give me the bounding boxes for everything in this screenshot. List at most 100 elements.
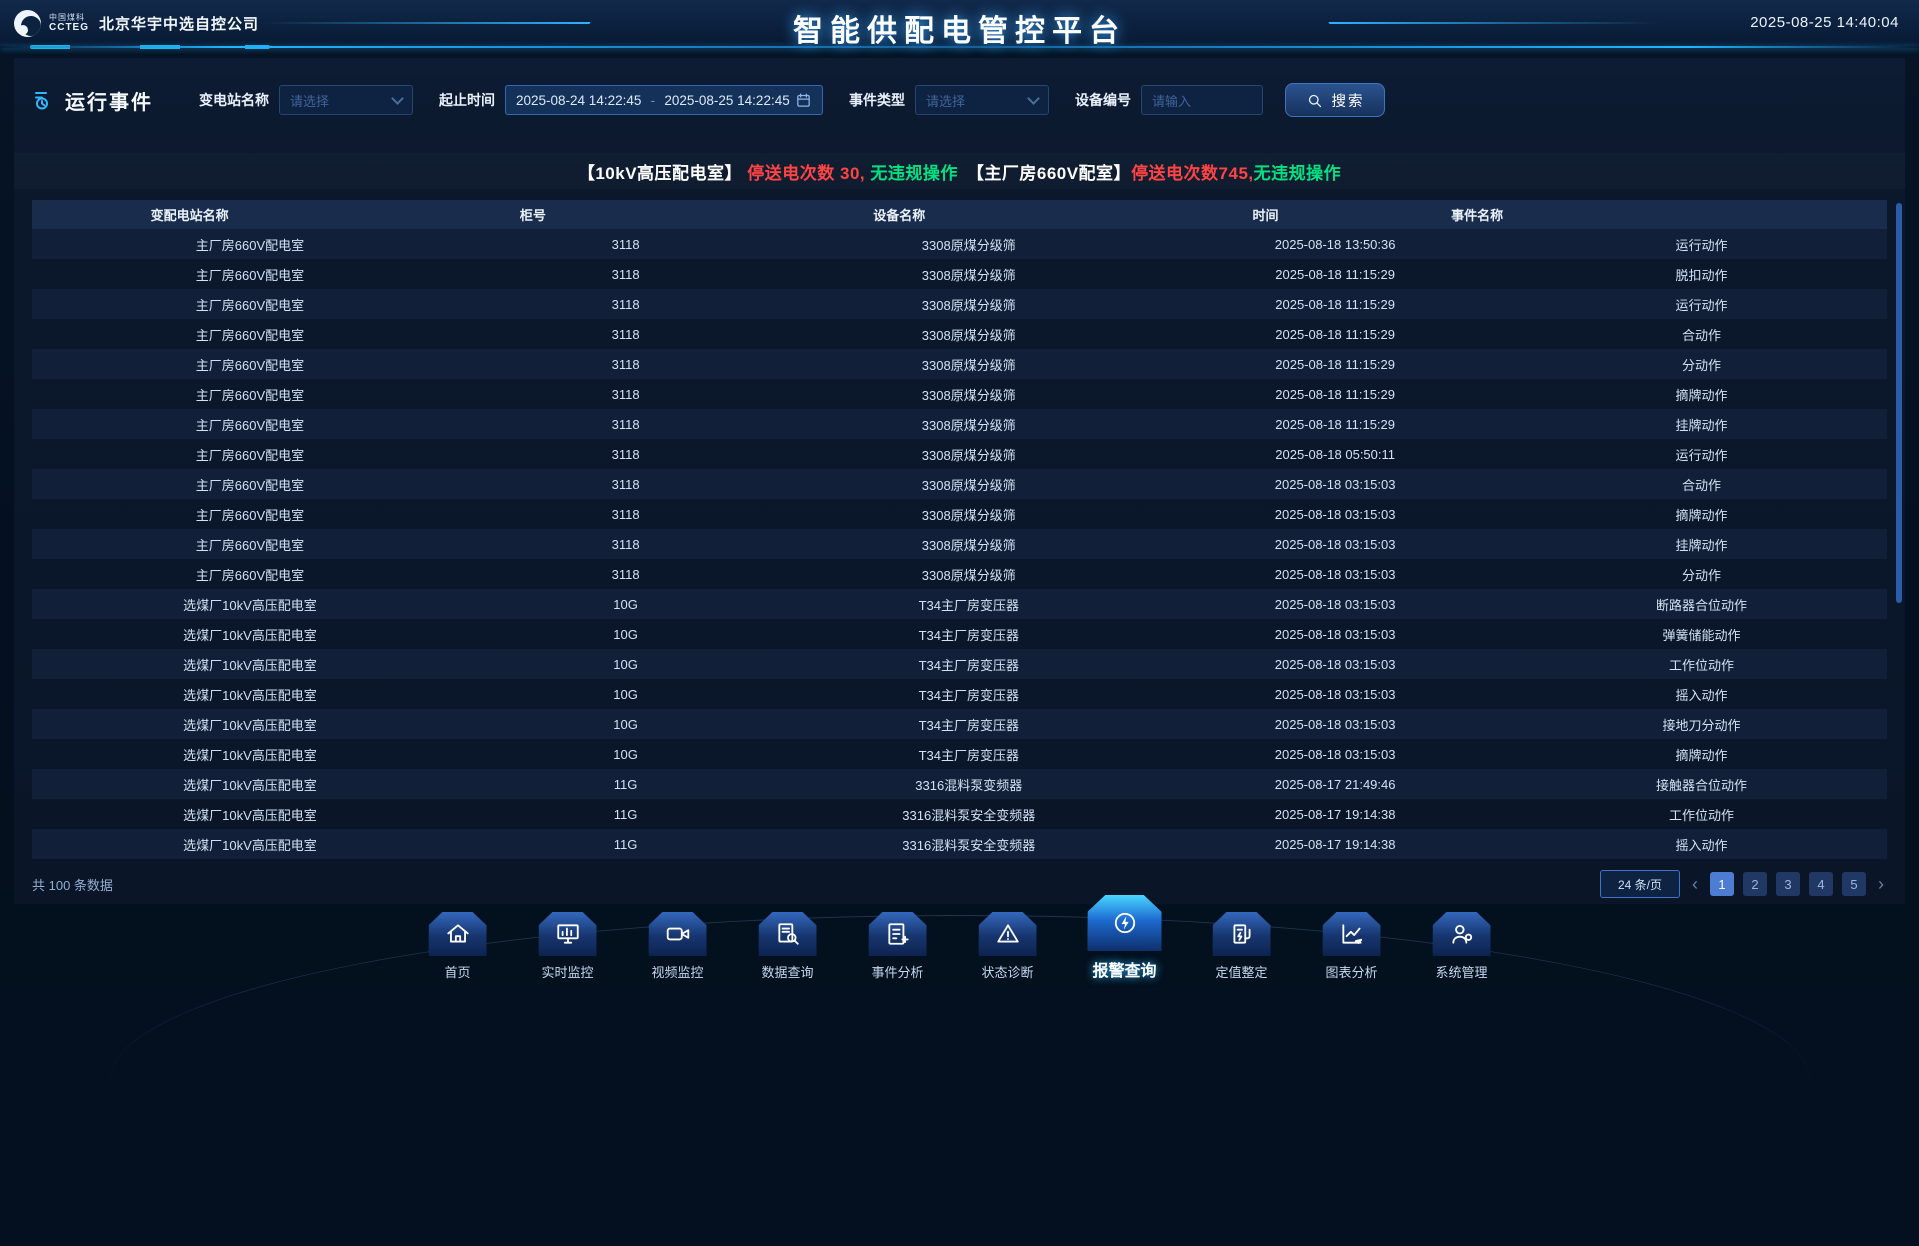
summary-segment: 【10kV高压配电室】 — [578, 159, 747, 184]
main-panel: 运行事件 变电站名称 请选择 起止时间 2025-08-24 14:22:45 … — [14, 58, 1905, 904]
device-number-label: 设备编号 — [1075, 90, 1131, 110]
calendar-icon[interactable] — [795, 92, 812, 109]
cell-cabinet: 10G — [468, 649, 783, 679]
search-button-label: 搜索 — [1332, 90, 1365, 111]
device-number-placeholder: 请输入 — [1152, 91, 1191, 110]
nav-item-label: 实时监控 — [541, 962, 593, 981]
nav-item[interactable]: 数据查询 — [753, 912, 823, 981]
table-row: 主厂房660V配电室 3118 3308原煤分级筛 2025-08-18 13:… — [32, 229, 1887, 259]
cell-time: 2025-08-18 03:15:03 — [1154, 679, 1516, 709]
cell-station: 选煤厂10kV高压配电室 — [32, 739, 468, 769]
cell-device: 3308原煤分级筛 — [783, 319, 1154, 349]
cell-event: 合动作 — [1516, 319, 1887, 349]
platform-title: 智能供配电管控平台 — [0, 6, 1919, 50]
value-setting-icon — [1229, 921, 1255, 947]
cell-station: 主厂房660V配电室 — [32, 439, 468, 469]
cell-cabinet: 10G — [468, 589, 783, 619]
cell-device: T34主厂房变压器 — [783, 709, 1154, 739]
summary-segment: 【主厂房660V配室】 — [958, 159, 1131, 184]
cell-time: 2025-08-18 03:15:03 — [1154, 589, 1516, 619]
table-scrollbar[interactable] — [1896, 203, 1902, 603]
cell-time: 2025-08-18 11:15:29 — [1154, 319, 1516, 349]
table-row: 选煤厂10kV高压配电室 10G T34主厂房变压器 2025-08-18 03… — [32, 619, 1887, 649]
column-header: 时间 — [1080, 200, 1451, 229]
cell-time: 2025-08-18 03:15:03 — [1154, 709, 1516, 739]
cell-time: 2025-08-18 03:15:03 — [1154, 499, 1516, 529]
cell-event: 分动作 — [1516, 559, 1887, 589]
cell-event: 脱扣动作 — [1516, 259, 1887, 289]
status-diagnosis-icon — [995, 921, 1021, 947]
cell-cabinet: 3118 — [468, 439, 783, 469]
table-row: 选煤厂10kV高压配电室 10G T34主厂房变压器 2025-08-18 03… — [32, 739, 1887, 769]
cell-station: 主厂房660V配电室 — [32, 499, 468, 529]
table-row: 主厂房660V配电室 3118 3308原煤分级筛 2025-08-18 03:… — [32, 469, 1887, 499]
cell-station: 主厂房660V配电室 — [32, 469, 468, 499]
table-row: 主厂房660V配电室 3118 3308原煤分级筛 2025-08-18 11:… — [32, 409, 1887, 439]
cell-cabinet: 3118 — [468, 379, 783, 409]
event-type-select[interactable]: 请选择 — [915, 85, 1049, 115]
cell-station: 选煤厂10kV高压配电室 — [32, 589, 468, 619]
table-row: 主厂房660V配电室 3118 3308原煤分级筛 2025-08-18 05:… — [32, 439, 1887, 469]
bottom-nav: 首页 实时监控 视频监控 数据查询 — [0, 885, 1919, 988]
time-range-picker[interactable]: 2025-08-24 14:22:45 - 2025-08-25 14:22:4… — [505, 85, 823, 115]
nav-item[interactable]: 报警查询 — [1083, 895, 1167, 981]
nav-item-label: 状态诊断 — [981, 962, 1033, 981]
nav-item-label: 图表分析 — [1325, 962, 1377, 981]
cell-cabinet: 10G — [468, 739, 783, 769]
nav-item[interactable]: 状态诊断 — [973, 912, 1043, 981]
table-row: 选煤厂10kV高压配电室 10G T34主厂房变压器 2025-08-18 03… — [32, 649, 1887, 679]
table-row: 主厂房660V配电室 3118 3308原煤分级筛 2025-08-18 11:… — [32, 319, 1887, 349]
cell-cabinet: 10G — [468, 679, 783, 709]
cell-device: 3308原煤分级筛 — [783, 379, 1154, 409]
cell-time: 2025-08-18 11:15:29 — [1154, 349, 1516, 379]
time-separator: - — [647, 93, 660, 108]
cell-time: 2025-08-18 11:15:29 — [1154, 289, 1516, 319]
time-start-value[interactable]: 2025-08-24 14:22:45 — [516, 93, 641, 108]
column-header: 变配电站名称 — [32, 200, 347, 229]
cell-device: T34主厂房变压器 — [783, 589, 1154, 619]
cell-station: 主厂房660V配电室 — [32, 349, 468, 379]
cell-station: 选煤厂10kV高压配电室 — [32, 769, 468, 799]
search-icon — [1306, 92, 1323, 109]
station-select[interactable]: 请选择 — [279, 85, 413, 115]
nav-item[interactable]: 图表分析 — [1317, 912, 1387, 981]
device-number-input[interactable]: 请输入 — [1141, 85, 1263, 115]
nav-icon-pedestal — [429, 912, 487, 956]
home-icon — [445, 921, 471, 947]
nav-item[interactable]: 实时监控 — [533, 912, 603, 981]
event-analysis-icon — [885, 921, 911, 947]
cell-event: 接地刀分动作 — [1516, 709, 1887, 739]
table-row: 选煤厂10kV高压配电室 10G T34主厂房变压器 2025-08-18 03… — [32, 679, 1887, 709]
nav-item[interactable]: 首页 — [423, 912, 493, 981]
search-button[interactable]: 搜索 — [1285, 83, 1385, 117]
cell-device: 3316混料泵安全变频器 — [783, 799, 1154, 829]
summary-segment: 停送电次数 30, — [747, 159, 870, 184]
cell-station: 主厂房660V配电室 — [32, 319, 468, 349]
cell-time: 2025-08-17 19:14:38 — [1154, 829, 1516, 859]
table-row: 主厂房660V配电室 3118 3308原煤分级筛 2025-08-18 11:… — [32, 289, 1887, 319]
cell-event: 运行动作 — [1516, 439, 1887, 469]
cell-cabinet: 3118 — [468, 259, 783, 289]
cell-cabinet: 10G — [468, 619, 783, 649]
current-datetime: 2025-08-25 14:40:04 — [1750, 14, 1899, 31]
cell-device: 3308原煤分级筛 — [783, 469, 1154, 499]
cell-cabinet: 3118 — [468, 529, 783, 559]
chevron-down-icon — [1027, 92, 1040, 105]
nav-item[interactable]: 事件分析 — [863, 912, 933, 981]
cell-time: 2025-08-18 11:15:29 — [1154, 409, 1516, 439]
cell-time: 2025-08-18 11:15:29 — [1154, 259, 1516, 289]
cell-station: 选煤厂10kV高压配电室 — [32, 829, 468, 859]
cell-station: 主厂房660V配电室 — [32, 409, 468, 439]
cell-station: 主厂房660V配电室 — [32, 289, 468, 319]
nav-item[interactable]: 定值整定 — [1207, 912, 1277, 981]
cell-station: 主厂房660V配电室 — [32, 259, 468, 289]
nav-item-label: 系统管理 — [1435, 962, 1487, 981]
time-end-value[interactable]: 2025-08-25 14:22:45 — [664, 93, 789, 108]
cell-time: 2025-08-18 03:15:03 — [1154, 739, 1516, 769]
cell-time: 2025-08-17 19:14:38 — [1154, 799, 1516, 829]
nav-item[interactable]: 系统管理 — [1427, 912, 1497, 981]
table-row: 选煤厂10kV高压配电室 10G T34主厂房变压器 2025-08-18 03… — [32, 589, 1887, 619]
cell-event: 摇入动作 — [1516, 679, 1887, 709]
cell-device: 3308原煤分级筛 — [783, 289, 1154, 319]
nav-item[interactable]: 视频监控 — [643, 912, 713, 981]
